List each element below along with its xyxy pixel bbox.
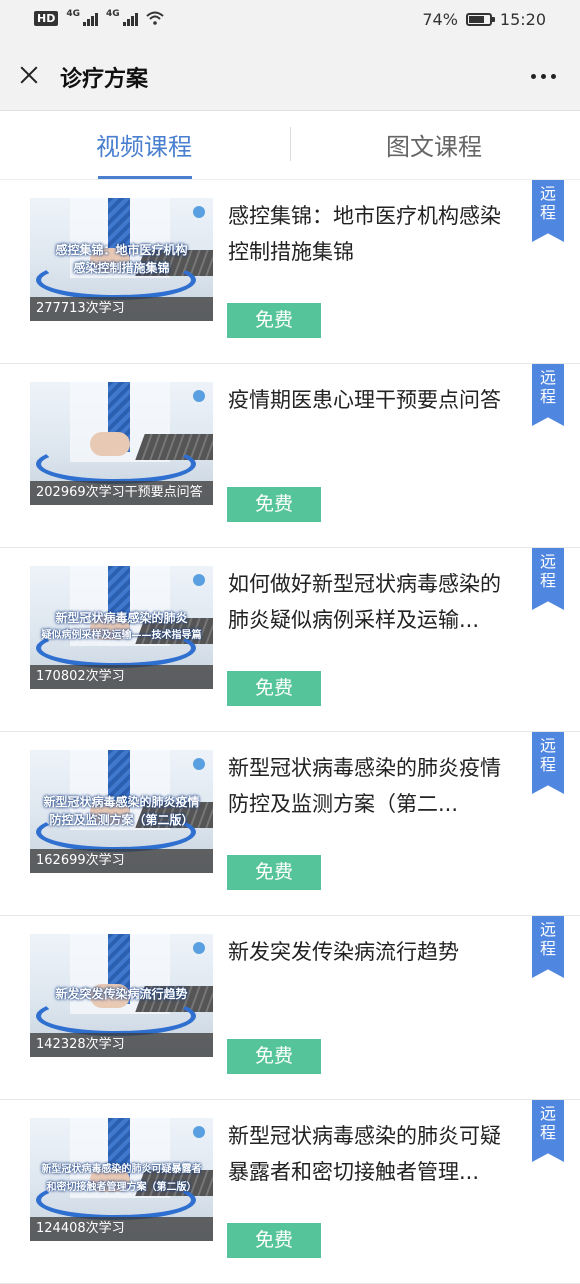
battery-icon xyxy=(465,13,495,26)
thumbnail-caption-line: 新型冠状病毒感染的肺炎可疑暴露者 xyxy=(41,1164,202,1175)
remote-ribbon: 远程 xyxy=(532,732,564,794)
study-count: 202969次学习干预要点问答 xyxy=(30,481,213,505)
battery-percent: 74% xyxy=(422,10,458,29)
page-title: 诊疗方案 xyxy=(60,67,149,92)
course-item[interactable]: 新型冠状病毒感染的肺炎可疑暴露者 和密切接触者管理方案（第二版） 124408次学… xyxy=(0,1100,580,1284)
course-item[interactable]: 202969次学习干预要点问答 疫情期医患心理干预要点问答 免费 远程 xyxy=(0,364,580,548)
thumbnail-caption-line: 新发突发传染病流行趋势 xyxy=(55,987,188,1001)
course-thumbnail[interactable]: 新型冠状病毒感染的肺炎疑似病例采样及运输——技术指导篇 170802次学习 xyxy=(30,566,213,689)
logo-icon xyxy=(193,942,205,954)
course-thumbnail[interactable]: 新型冠状病毒感染的肺炎疫情 防控及监测方案（第二版） 162699次学习 xyxy=(30,750,213,873)
thumbnail-caption-line: 防控及监测方案（第二版） xyxy=(49,813,194,827)
free-badge: 免费 xyxy=(227,671,321,706)
course-title[interactable]: 疫情期医患心理干预要点问答 xyxy=(228,382,518,418)
tab-divider xyxy=(290,127,291,161)
course-list: 感控集锦：地市医疗机构 感染控制措施集锦 277713次学习 感控集锦：地市医疗机… xyxy=(0,180,580,1284)
title-bar: 诊疗方案 xyxy=(0,40,580,111)
tab-video-courses[interactable]: 视频课程 xyxy=(96,127,192,162)
status-bar: HD 4G 4G 74% 15:20 xyxy=(0,0,580,40)
active-tab-indicator xyxy=(98,176,192,179)
thumbnail-caption-line: 感控集锦：地市医疗机构 xyxy=(55,243,188,257)
thumbnail-caption-line: 感染控制措施集锦 xyxy=(73,261,170,275)
tab-text-courses[interactable]: 图文课程 xyxy=(386,127,482,162)
free-badge: 免费 xyxy=(227,855,321,890)
course-title[interactable]: 新发突发传染病流行趋势 xyxy=(228,934,518,970)
logo-icon xyxy=(193,758,205,770)
remote-ribbon: 远程 xyxy=(532,364,564,426)
course-title[interactable]: 如何做好新型冠状病毒感染的肺炎疑似病例采样及运输... xyxy=(228,566,518,638)
remote-ribbon: 远程 xyxy=(532,1100,564,1162)
course-item[interactable]: 新型冠状病毒感染的肺炎疑似病例采样及运输——技术指导篇 170802次学习 如何… xyxy=(0,548,580,732)
thumbnail-caption-line: 和密切接触者管理方案（第二版） xyxy=(46,1182,197,1193)
remote-ribbon: 远程 xyxy=(532,548,564,610)
study-count: 124408次学习 xyxy=(30,1217,213,1241)
course-thumbnail[interactable]: 新型冠状病毒感染的肺炎可疑暴露者 和密切接触者管理方案（第二版） 124408次学… xyxy=(30,1118,213,1241)
status-left: HD 4G 4G xyxy=(34,10,164,26)
course-title[interactable]: 感控集锦：地市医疗机构感染控制措施集锦 xyxy=(228,198,518,270)
wifi-icon xyxy=(145,11,164,25)
logo-icon xyxy=(193,574,205,586)
study-count: 277713次学习 xyxy=(30,297,213,321)
thumbnail-caption-line: 疑似病例采样及运输——技术指导篇 xyxy=(41,630,202,641)
study-count: 170802次学习 xyxy=(30,665,213,689)
hd-icon: HD xyxy=(34,10,59,26)
course-item[interactable]: 感控集锦：地市医疗机构 感染控制措施集锦 277713次学习 感控集锦：地市医疗机… xyxy=(0,180,580,364)
study-count: 142328次学习 xyxy=(30,1033,213,1057)
course-thumbnail[interactable]: 新发突发传染病流行趋势 142328次学习 xyxy=(30,934,213,1057)
free-badge: 免费 xyxy=(227,1039,321,1074)
more-options-icon[interactable] xyxy=(531,74,556,79)
thumbnail-caption-line: 新型冠状病毒感染的肺炎 xyxy=(55,611,188,625)
free-badge: 免费 xyxy=(227,487,321,522)
tab-bar: 视频课程 图文课程 xyxy=(0,111,580,180)
course-item[interactable]: 新发突发传染病流行趋势 142328次学习 新发突发传染病流行趋势 免费 远程 xyxy=(0,916,580,1100)
clock: 15:20 xyxy=(499,10,546,29)
course-title[interactable]: 新型冠状病毒感染的肺炎疫情防控及监测方案（第二... xyxy=(228,750,518,822)
free-badge: 免费 xyxy=(227,1223,321,1258)
remote-ribbon: 远程 xyxy=(532,180,564,242)
course-item[interactable]: 新型冠状病毒感染的肺炎疫情 防控及监测方案（第二版） 162699次学习 新型冠状… xyxy=(0,732,580,916)
signal-icon-2: 4G xyxy=(106,10,138,26)
logo-icon xyxy=(193,206,205,218)
logo-icon xyxy=(193,390,205,402)
status-right: 74% 15:20 xyxy=(422,10,546,29)
course-thumbnail[interactable]: 感控集锦：地市医疗机构 感染控制措施集锦 277713次学习 xyxy=(30,198,213,321)
course-thumbnail[interactable]: 202969次学习干预要点问答 xyxy=(30,382,213,505)
free-badge: 免费 xyxy=(227,303,321,338)
logo-icon xyxy=(193,1126,205,1138)
remote-ribbon: 远程 xyxy=(532,916,564,978)
course-title[interactable]: 新型冠状病毒感染的肺炎可疑暴露者和密切接触者管理... xyxy=(228,1118,518,1190)
thumbnail-caption-line: 新型冠状病毒感染的肺炎疫情 xyxy=(43,795,200,809)
signal-icon-1: 4G xyxy=(66,10,98,26)
study-count: 162699次学习 xyxy=(30,849,213,873)
close-icon[interactable] xyxy=(14,60,44,90)
